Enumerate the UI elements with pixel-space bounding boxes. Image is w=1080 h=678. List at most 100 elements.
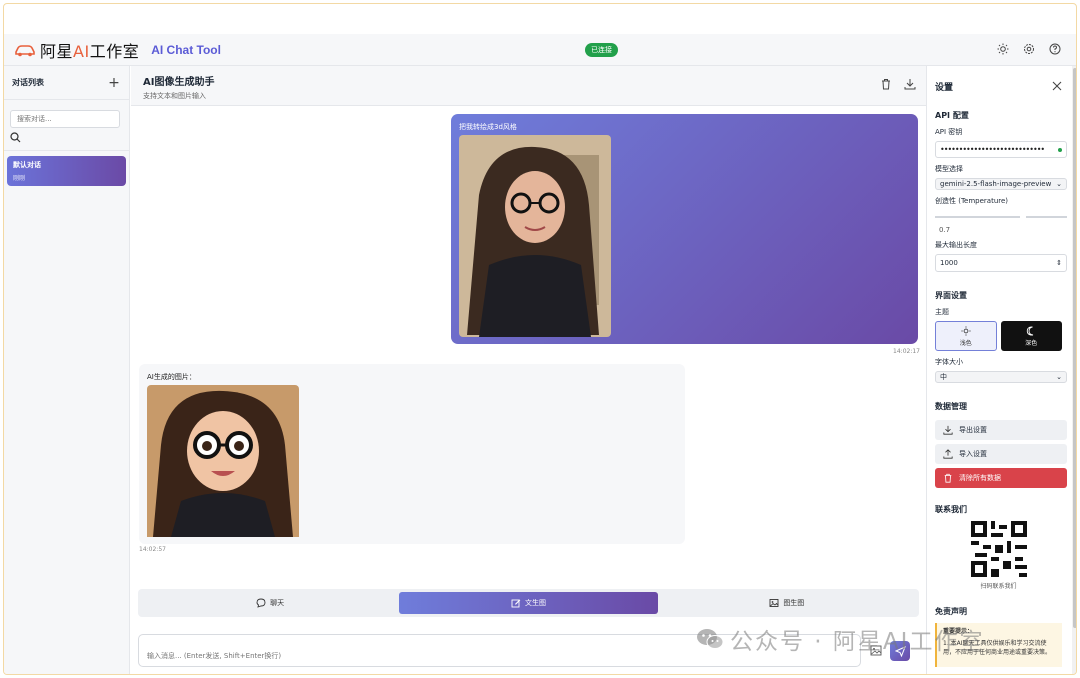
theme-dark-button[interactable]: 深色 [1000,321,1062,351]
logo-ai: AI [73,41,90,61]
tab-text-to-image[interactable]: 文生图 [399,592,658,614]
logo-prefix: 阿星 [40,41,74,61]
api-key-field[interactable]: •••••••••••••••••••••••••••• [935,141,1067,158]
assistant-message: AI生成的图片： [139,364,685,544]
export-settings-label: 导出设置 [959,426,987,434]
image-icon [769,599,779,607]
app-header: 阿星AI工作室 AI Chat Tool 已连接 [4,34,1076,66]
data-section-title: 数据管理 [935,402,967,411]
conversation-name: 默认对话 [13,161,41,169]
max-tokens-stepper[interactable]: 1000 ⇕ [935,254,1067,272]
moon-icon [1027,326,1034,336]
help-icon[interactable] [1048,42,1062,56]
import-settings-label: 导入设置 [959,450,987,458]
settings-title: 设置 [935,82,954,93]
upload-icon [943,449,953,459]
theme-light-button[interactable]: 浅色 [935,321,997,351]
search-area [4,100,129,151]
qr-code [970,521,1027,577]
status-dot-icon [1058,147,1062,152]
chat-subtitle: 支持文本和图片输入 [143,92,206,100]
stepper-icon[interactable]: ⇕ [1056,259,1062,267]
uploaded-photo[interactable] [459,135,611,337]
search-icon[interactable] [10,132,21,143]
assistant-message-text: AI生成的图片： [147,373,196,381]
user-message-time: 14:02:17 [893,348,920,355]
car-logo-icon [15,44,35,56]
close-icon[interactable] [1052,81,1062,91]
slider-track [935,216,1067,218]
chat-messages: 把我转绘成3d风格 14:02:17 AI生成的图片： 14:02:57 [131,106,926,582]
sun-icon[interactable] [996,42,1010,56]
trash-icon[interactable] [880,78,892,90]
tab-chat-label: 聊天 [270,599,285,607]
settings-panel: 设置 API 配置 API 密钥 •••••••••••••••••••••••… [926,66,1070,674]
api-section-title: API 配置 [935,111,969,120]
chat-bubble-icon [256,598,266,608]
conversation-date: 刚刚 [13,175,26,182]
font-size-label: 字体大小 [935,358,963,366]
sidebar-header: 对话列表 + [4,66,129,100]
chat-title: AI图像生成助手 [143,77,215,88]
api-key-label: API 密钥 [935,128,963,136]
ui-section-title: 界面设置 [935,291,967,300]
edit-icon [511,599,521,608]
sidebar-title: 对话列表 [12,78,44,87]
assistant-message-time: 14:02:57 [139,546,166,553]
user-message-text: 把我转绘成3d风格 [459,123,517,131]
theme-label: 主题 [935,308,949,316]
scrollbar-thumb[interactable] [1073,68,1076,628]
font-size-value: 中 [940,373,947,381]
gear-icon[interactable] [1022,42,1036,56]
conversation-item[interactable]: 默认对话 刚刚 [7,156,126,186]
chat-actions [880,78,916,90]
connection-status-badge: 已连接 [585,43,618,57]
watermark-text: 公众号 · 阿星AI工作室 [730,629,985,655]
generated-image[interactable] [147,385,299,587]
model-label: 模型选择 [935,165,963,173]
contact-section-title: 联系我们 [935,505,967,514]
export-settings-button[interactable]: 导出设置 [935,420,1067,440]
conversation-sidebar: 对话列表 + 默认对话 刚刚 [4,66,130,674]
tab-image-to-image-label: 图生图 [783,599,805,607]
temperature-slider[interactable] [935,210,1067,222]
disclaimer-section-title: 免责声明 [935,607,967,616]
import-settings-button[interactable]: 导入设置 [935,444,1067,464]
logo: 阿星AI工作室 AI Chat Tool [14,38,221,62]
user-message: 把我转绘成3d风格 [451,114,918,344]
clear-all-data-button[interactable]: 清除所有数据 [935,468,1067,488]
clear-all-data-label: 清除所有数据 [959,474,1001,482]
settings-header: 设置 [935,66,1062,106]
model-value: gemini-2.5-flash-image-preview [940,180,1052,188]
chat-header: AI图像生成助手 支持文本和图片输入 [131,66,926,106]
settings-scrollbar[interactable] [1072,66,1076,674]
trash-icon [944,473,952,483]
font-size-select[interactable]: 中 ⌄ [935,371,1067,383]
api-key-value: •••••••••••••••••••••••••••• [940,145,1045,154]
search-icon-wrap [10,132,123,144]
tab-image-to-image[interactable]: 图生图 [658,592,916,614]
qr-caption: 扫码联系我们 [980,583,1017,590]
max-tokens-value: 1000 [940,259,958,267]
temperature-label: 创造性 (Temperature) [935,197,1009,205]
logo-text: 阿星AI工作室 [40,38,139,62]
download-icon[interactable] [904,78,916,90]
slider-thumb[interactable] [1020,211,1026,222]
model-select[interactable]: gemini-2.5-flash-image-preview ⌄ [935,178,1067,190]
header-actions [996,42,1062,56]
conversation-search-input[interactable] [10,110,120,128]
max-tokens-label: 最大输出长度 [935,241,977,249]
app-window: 阿星AI工作室 AI Chat Tool 已连接 对话列表 + 搜索对话... … [3,3,1077,675]
chevron-down-icon: ⌄ [1056,180,1062,188]
sun-icon [961,325,971,336]
tab-chat[interactable]: 聊天 [141,592,399,614]
tab-text-to-image-label: 文生图 [524,599,546,607]
theme-light-label: 浅色 [959,339,972,347]
download-icon [943,425,953,435]
theme-dark-label: 深色 [1025,339,1038,347]
wechat-icon [697,629,724,649]
theme-options: 浅色 深色 [935,321,1062,351]
add-conversation-button[interactable]: + [107,75,121,91]
chevron-down-icon: ⌄ [1056,373,1062,381]
logo-suffix: 工作室 [89,41,140,61]
